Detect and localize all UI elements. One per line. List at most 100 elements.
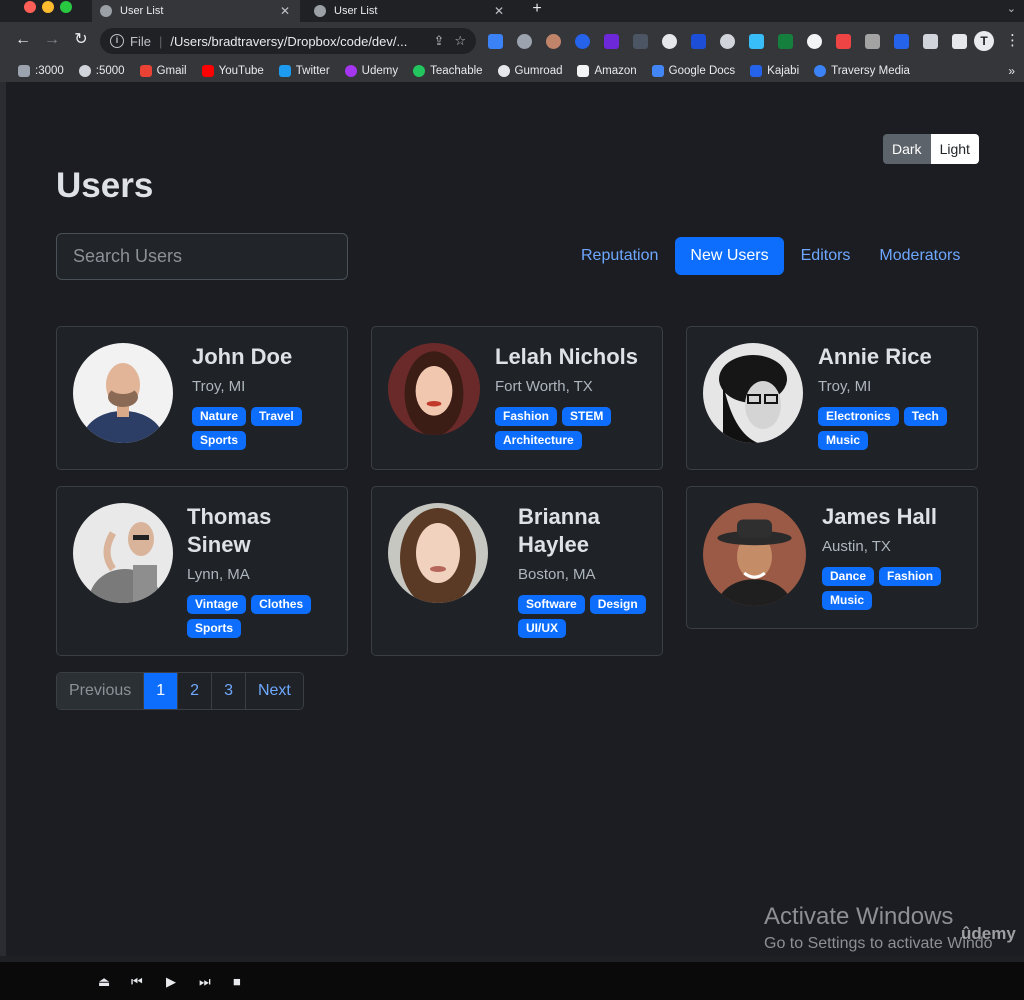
tab-editors[interactable]: Editors: [789, 237, 863, 275]
search-input[interactable]: [56, 233, 348, 280]
address-separator: |: [158, 33, 163, 49]
extension-icon[interactable]: [865, 33, 880, 49]
activate-title: Activate Windows: [764, 903, 954, 930]
tab-new-users[interactable]: New Users: [675, 237, 784, 275]
tag-badge: Music: [818, 431, 869, 450]
tab-strip: User List ✕ User List ✕ + ⌄: [0, 0, 1024, 22]
bookmark-label: :3000: [35, 65, 64, 77]
extension-icon[interactable]: [662, 33, 677, 49]
light-theme-button[interactable]: Light: [930, 134, 979, 164]
extensions-bar: [488, 32, 981, 50]
tab-title: User List: [120, 5, 164, 17]
stop-icon[interactable]: ■: [233, 974, 241, 989]
tab-title: User List: [334, 5, 378, 17]
bookmark-teachable[interactable]: Teachable: [413, 65, 483, 77]
user-location: Lynn, MA: [187, 566, 250, 583]
minimize-window-icon[interactable]: [42, 1, 54, 13]
bookmark-star-icon[interactable]: ☆: [454, 33, 466, 49]
extension-icon[interactable]: [575, 33, 590, 49]
tab-user-list-1[interactable]: User List ✕: [92, 0, 300, 22]
user-card[interactable]: James Hall Austin, TX Dance Fashion Musi…: [686, 486, 978, 629]
extension-icon[interactable]: [633, 33, 648, 49]
share-icon[interactable]: ⇪: [433, 33, 444, 49]
user-card[interactable]: John Doe Troy, MI Nature Travel Sports: [56, 326, 348, 470]
extension-icon[interactable]: [691, 33, 706, 49]
bookmark-google-docs[interactable]: Google Docs: [651, 65, 735, 77]
extension-icon[interactable]: [488, 33, 503, 49]
page-2-button[interactable]: 2: [177, 673, 212, 709]
previous-page-button[interactable]: Previous: [57, 673, 144, 709]
extension-icon[interactable]: [517, 33, 532, 49]
bookmark-gmail[interactable]: Gmail: [139, 65, 187, 77]
profile-avatar[interactable]: T: [974, 31, 994, 51]
forward-icon[interactable]: →: [42, 30, 62, 50]
menu-kebab-icon[interactable]: ⋮: [1005, 31, 1020, 49]
tab-reputation[interactable]: Reputation: [569, 237, 670, 275]
chevron-down-icon[interactable]: ⌄: [1007, 2, 1016, 15]
user-card[interactable]: Lelah Nichols Fort Worth, TX Fashion STE…: [371, 326, 663, 470]
address-url[interactable]: /Users/bradtraversy/Dropbox/code/dev/...: [170, 34, 423, 49]
tab-moderators[interactable]: Moderators: [867, 237, 972, 275]
tag-badge: UI/UX: [518, 619, 567, 638]
next-page-button[interactable]: Next: [244, 673, 303, 709]
dark-theme-button[interactable]: Dark: [883, 134, 931, 164]
bookmark-5000[interactable]: :5000: [78, 65, 125, 77]
more-bookmarks-icon[interactable]: »: [1008, 64, 1015, 78]
user-location: Troy, MI: [818, 378, 872, 395]
new-tab-icon[interactable]: +: [528, 0, 546, 20]
reload-icon[interactable]: ↻: [71, 30, 91, 50]
skip-back-icon[interactable]: ⏮: [131, 974, 143, 990]
play-icon[interactable]: ▶: [166, 974, 176, 990]
bookmark-amazon[interactable]: Amazon: [577, 65, 637, 77]
user-name: James Hall: [822, 504, 937, 529]
close-window-icon[interactable]: [24, 1, 36, 13]
bookmark-kajabi[interactable]: Kajabi: [750, 65, 799, 77]
tab-user-list-2[interactable]: User List ✕: [306, 0, 514, 22]
user-location: Fort Worth, TX: [495, 378, 593, 395]
user-card[interactable]: Thomas Sinew Lynn, MA Vintage Clothes Sp…: [56, 486, 348, 656]
bookmark-3000[interactable]: :3000: [18, 65, 64, 77]
bookmark-label: Kajabi: [767, 65, 800, 77]
google-docs-icon: [651, 65, 664, 77]
bookmark-label: Amazon: [594, 65, 637, 77]
address-bar[interactable]: i File | /Users/bradtraversy/Dropbox/cod…: [100, 28, 476, 54]
close-tab-icon[interactable]: ✕: [278, 4, 292, 18]
extension-icon[interactable]: [546, 33, 561, 49]
user-card[interactable]: Brianna Haylee Boston, MA Software Desig…: [371, 486, 663, 656]
extension-icon[interactable]: [749, 33, 764, 49]
eject-icon[interactable]: ⏏: [98, 974, 110, 990]
puzzle-icon[interactable]: [923, 33, 938, 49]
udemy-watermark: ûdemy: [961, 924, 1016, 943]
tag-list: Software Design UI/UX: [518, 595, 658, 643]
bookmark-traversy-media[interactable]: Traversy Media: [814, 65, 910, 77]
bookmark-twitter[interactable]: Twitter: [278, 65, 330, 77]
back-icon[interactable]: ←: [13, 30, 33, 50]
tag-badge: Music: [822, 591, 873, 610]
maximize-window-icon[interactable]: [60, 1, 72, 13]
info-icon[interactable]: i: [110, 34, 124, 48]
skip-forward-icon[interactable]: ⏭: [199, 974, 211, 990]
extension-icon[interactable]: [720, 33, 735, 49]
tag-badge: Dance: [822, 567, 875, 586]
sidebar-icon[interactable]: [952, 33, 967, 49]
user-card[interactable]: Annie Rice Troy, MI Electronics Tech Mus…: [686, 326, 978, 470]
bookmark-youtube[interactable]: YouTube: [201, 65, 264, 77]
extension-icon[interactable]: [778, 33, 793, 49]
address-scheme: File: [130, 33, 151, 49]
pagination: Previous 1 2 3 Next: [56, 672, 304, 710]
page-1-button[interactable]: 1: [143, 673, 178, 709]
close-tab-icon[interactable]: ✕: [492, 4, 506, 18]
bookmark-label: Gmail: [156, 65, 187, 77]
user-info: James Hall Austin, TX Dance Fashion Musi…: [822, 503, 962, 615]
avatar: [388, 503, 488, 603]
page-3-button[interactable]: 3: [211, 673, 245, 709]
extension-icon[interactable]: [807, 33, 822, 49]
bookmark-gumroad[interactable]: Gumroad: [497, 65, 562, 77]
extension-icon[interactable]: [894, 33, 909, 49]
extension-icon[interactable]: [604, 33, 619, 49]
avatar: [703, 503, 806, 606]
extension-icon[interactable]: [836, 33, 851, 49]
tag-badge: Software: [518, 595, 585, 614]
globe-icon: [314, 5, 326, 17]
bookmark-udemy[interactable]: Udemy: [344, 65, 398, 77]
